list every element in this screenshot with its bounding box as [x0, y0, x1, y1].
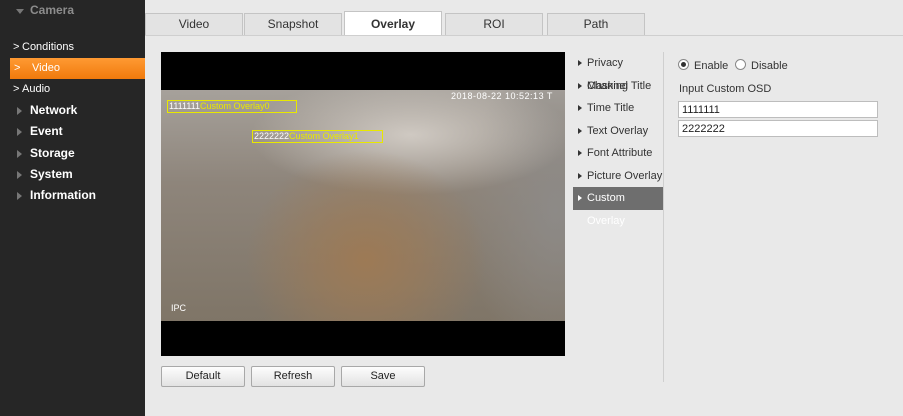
caret-right-icon [578, 82, 582, 89]
menu-item-label: Text Overlay [587, 124, 649, 137]
tab-path[interactable]: Path [547, 13, 645, 35]
overlay-menu: Privacy Masking Channel Title Time Title… [573, 52, 663, 227]
caret-right-icon [17, 171, 22, 179]
caret-right-icon [578, 105, 582, 111]
default-button[interactable]: Default [161, 366, 245, 387]
menu-item-label: Font Attribute [587, 147, 653, 159]
input-custom-osd-label: Input Custom OSD [679, 83, 772, 95]
disable-label: Disable [751, 60, 788, 72]
sidebar-item-label: Conditions [22, 41, 74, 53]
menu-item-privacy-masking[interactable]: Privacy Masking [573, 52, 663, 92]
sidebar-item-video[interactable]: > Video [10, 58, 145, 79]
sidebar-item-label: Audio [22, 83, 51, 95]
refresh-button[interactable]: Refresh [251, 366, 335, 387]
sidebar-item-label: Network [30, 103, 78, 117]
sidebar-item-audio[interactable]: > Audio [0, 79, 145, 100]
caret-right-icon [17, 150, 22, 158]
sidebar-item-information[interactable]: Information [0, 185, 145, 206]
menu-item-custom-overlay[interactable]: Custom Overlay [573, 187, 663, 227]
sidebar-item-camera[interactable]: Camera [0, 0, 145, 21]
tab-divider [145, 35, 903, 36]
sidebar-item-label: Information [30, 188, 96, 202]
enable-radio[interactable] [678, 59, 689, 70]
caret-right-icon [578, 127, 582, 134]
disable-option[interactable]: Disable [735, 59, 795, 73]
overlay1-value: 2222222 [254, 131, 290, 141]
caret-right-icon [578, 172, 582, 179]
sidebar-item-label: Camera [30, 3, 75, 17]
enable-option[interactable]: Enable [678, 59, 738, 73]
caret-right-icon [17, 192, 22, 200]
tab-video[interactable]: Video [145, 13, 243, 35]
chevron-right-icon: > [14, 62, 21, 74]
overlay1-label: Custom Overlay1 [289, 131, 359, 141]
menu-divider [663, 52, 664, 382]
menu-item-channel-title[interactable]: Channel Title [573, 75, 663, 98]
menu-item-label: Picture Overlay [587, 169, 663, 182]
custom-overlay0-box[interactable]: 1111111Custom Overlay0 [167, 100, 297, 113]
channel-title-osd: IPC [171, 303, 187, 313]
menu-item-label: Channel Title [587, 79, 652, 92]
overlay0-value: 1111111 [169, 101, 201, 111]
tab-snapshot[interactable]: Snapshot [244, 13, 342, 35]
overlay0-label: Custom Overlay0 [200, 101, 270, 111]
menu-item-time-title[interactable]: Time Title [573, 97, 663, 120]
caret-right-icon [578, 195, 582, 201]
sidebar-item-label: Event [30, 124, 63, 138]
camera-image [161, 90, 565, 321]
custom-osd-input-1[interactable] [678, 101, 878, 118]
caret-down-icon [16, 9, 24, 14]
custom-overlay1-box[interactable]: 2222222Custom Overlay1 [252, 130, 383, 143]
sidebar: Camera > Conditions > Video > Audio Netw… [0, 0, 145, 416]
caret-right-icon [17, 107, 22, 115]
sidebar-item-label: Storage [30, 146, 75, 160]
sidebar-item-conditions[interactable]: > Conditions [0, 37, 145, 58]
time-title-osd: 2018-08-22 10:52:13 T [451, 91, 553, 101]
enable-label: Enable [694, 60, 729, 72]
chevron-right-icon: > [13, 83, 20, 95]
menu-item-picture-overlay[interactable]: Picture Overlay [573, 165, 663, 188]
sidebar-item-network[interactable]: Network [0, 100, 145, 121]
sidebar-item-system[interactable]: System [0, 164, 145, 185]
tab-bar: Video Snapshot Overlay ROI Path [145, 0, 903, 35]
custom-osd-input-2[interactable] [678, 120, 878, 137]
disable-radio[interactable] [735, 59, 746, 70]
sidebar-item-event[interactable]: Event [0, 121, 145, 142]
sidebar-item-label: System [30, 167, 73, 181]
tab-roi[interactable]: ROI [445, 13, 543, 35]
caret-right-icon [578, 150, 582, 156]
menu-item-label: Custom Overlay [587, 192, 625, 227]
caret-right-icon [17, 128, 22, 136]
tab-overlay[interactable]: Overlay [344, 11, 442, 35]
video-preview: 1111111Custom Overlay0 2222222Custom Ove… [161, 52, 565, 356]
sidebar-item-label: Video [32, 62, 60, 74]
caret-right-icon [578, 60, 582, 66]
menu-item-font-attribute[interactable]: Font Attribute [573, 142, 663, 165]
sidebar-item-storage[interactable]: Storage [0, 143, 145, 164]
menu-item-text-overlay[interactable]: Text Overlay [573, 120, 663, 143]
save-button[interactable]: Save [341, 366, 425, 387]
chevron-right-icon: > [13, 41, 20, 53]
menu-item-label: Time Title [587, 102, 635, 114]
